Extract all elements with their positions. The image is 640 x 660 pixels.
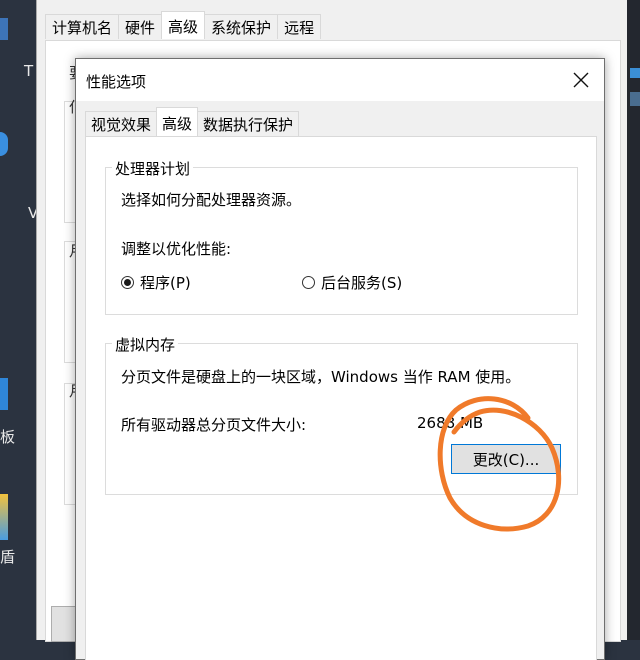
desktop-icon-3[interactable] xyxy=(0,378,8,410)
processor-scheduling-title: 处理器计划 xyxy=(112,158,194,179)
tab-system-protection[interactable]: 系统保护 xyxy=(204,14,279,39)
tab-computer-name[interactable]: 计算机名 xyxy=(45,14,120,39)
radio-programs[interactable]: 程序(P) xyxy=(121,272,191,293)
tab-advanced[interactable]: 高级 xyxy=(161,11,206,39)
tab-hardware[interactable]: 硬件 xyxy=(118,14,163,39)
desktop-icon-1[interactable] xyxy=(0,18,8,40)
paging-file-total-value: 2688 MB xyxy=(417,414,484,432)
virtual-memory-group: 虚拟内存 分页文件是硬盘上的一块区域，Windows 当作 RAM 使用。 所有… xyxy=(105,334,578,495)
radio-background-services[interactable]: 后台服务(S) xyxy=(302,272,402,293)
adjust-label: 调整以优化性能: xyxy=(121,240,232,258)
change-button[interactable]: 更改(C)... xyxy=(451,444,561,474)
dialog-title: 性能选项 xyxy=(86,73,147,91)
virtual-memory-title: 虚拟内存 xyxy=(112,334,179,355)
processor-scheduling-group: 处理器计划 选择如何分配处理器资源。 调整以优化性能: 程序(P) 后台服务(S… xyxy=(105,158,578,315)
performance-options-dialog: 性能选项 视觉效果 高级 数据执行保护 处理器计划 选择如何分配处理器资源。 调… xyxy=(75,58,605,660)
tab-remote[interactable]: 远程 xyxy=(277,14,322,39)
dialog-titlebar[interactable]: 性能选项 xyxy=(76,59,604,101)
dialog-panel: 处理器计划 选择如何分配处理器资源。 调整以优化性能: 程序(P) 后台服务(S… xyxy=(85,136,597,660)
virtual-memory-description: 分页文件是硬盘上的一块区域，Windows 当作 RAM 使用。 xyxy=(121,368,521,386)
tab-visual-effects[interactable]: 视觉效果 xyxy=(85,111,158,136)
radio-background-indicator[interactable] xyxy=(302,276,315,289)
close-button[interactable] xyxy=(564,65,598,95)
processor-description: 选择如何分配处理器资源。 xyxy=(121,191,302,209)
desktop-icon-4[interactable] xyxy=(0,494,8,540)
desktop-icon-2[interactable] xyxy=(0,132,8,156)
tab-data-execution-prevention[interactable]: 数据执行保护 xyxy=(197,111,300,136)
desktop-edge-label-3: 板 xyxy=(0,428,16,446)
radio-programs-label: 程序(P) xyxy=(140,274,191,292)
close-icon xyxy=(573,72,589,88)
desktop-edge-label-1: T xyxy=(24,62,34,80)
system-properties-tabs: 计算机名 硬件 高级 系统保护 远程 xyxy=(45,11,322,40)
paging-file-total-label: 所有驱动器总分页文件大小: xyxy=(121,416,307,434)
right-edge-icon xyxy=(630,68,640,78)
radio-background-label: 后台服务(S) xyxy=(321,274,403,292)
tab-advanced-dialog[interactable]: 高级 xyxy=(156,107,199,136)
right-edge-icon-2 xyxy=(630,92,640,106)
dialog-tabs: 视觉效果 高级 数据执行保护 xyxy=(85,107,300,137)
radio-programs-indicator[interactable] xyxy=(121,276,134,289)
desktop-edge-label-4: 盾 xyxy=(0,548,16,566)
